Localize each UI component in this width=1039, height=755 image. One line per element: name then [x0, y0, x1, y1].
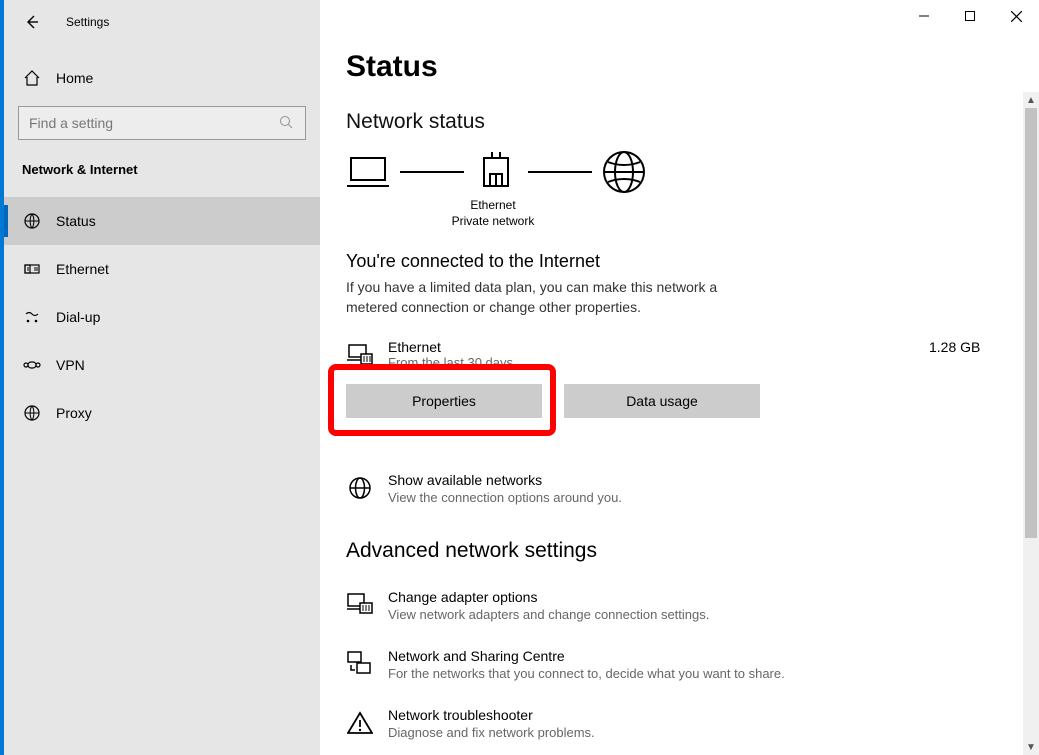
diagram-line — [528, 171, 592, 173]
titlebar — [320, 0, 1039, 44]
option-desc: Diagnose and fix network problems. — [388, 725, 595, 740]
sidebar-item-vpn[interactable]: VPN — [4, 341, 320, 389]
network-diagram: Ethernet Private network — [346, 152, 1039, 229]
option-title: Network troubleshooter — [388, 707, 595, 723]
diagram-network-type: Private network — [346, 214, 640, 230]
option-desc: View network adapters and change connect… — [388, 607, 709, 622]
connection-data-used: 1.28 GB — [929, 339, 999, 355]
diagram-adapter-label: Ethernet — [346, 198, 640, 214]
adapter-options-icon — [346, 591, 374, 619]
settings-window: Settings Home Network & Internet Stat — [0, 0, 1039, 755]
proxy-icon — [22, 403, 42, 423]
network-diagram-row — [346, 152, 646, 192]
globe-small-icon — [346, 474, 374, 502]
category-label: Network & Internet — [4, 140, 320, 189]
sidebar-header: Settings — [4, 0, 320, 44]
sidebar-item-label: Proxy — [56, 405, 92, 421]
option-desc: View the connection options around you. — [388, 490, 622, 505]
diagram-labels: Ethernet Private network — [346, 198, 640, 229]
sidebar-item-label: Ethernet — [56, 261, 109, 277]
back-arrow-icon[interactable] — [22, 12, 42, 32]
network-troubleshooter[interactable]: Network troubleshooter Diagnose and fix … — [346, 707, 1039, 740]
sidebar-nav: Status Ethernet Dial-up VPN — [4, 197, 320, 437]
scroll-down-icon[interactable]: ▼ — [1023, 739, 1039, 755]
option-text: Show available networks View the connect… — [388, 472, 622, 505]
sidebar-item-label: VPN — [56, 357, 85, 373]
search-wrap — [18, 106, 306, 140]
window-controls — [901, 0, 1039, 32]
connection-name: Ethernet — [388, 339, 889, 355]
close-button[interactable] — [993, 0, 1039, 32]
maximize-button[interactable] — [947, 0, 993, 32]
router-icon — [474, 152, 518, 192]
main-panel: Status Network status — [320, 0, 1039, 755]
sidebar-item-dialup[interactable]: Dial-up — [4, 293, 320, 341]
advanced-heading: Advanced network settings — [346, 539, 1039, 563]
status-icon — [22, 211, 42, 231]
search-box[interactable] — [18, 106, 306, 140]
globe-icon — [602, 152, 646, 192]
content-area: Status Network status — [320, 44, 1039, 740]
sidebar-item-label: Status — [56, 213, 96, 229]
page-title: Status — [346, 50, 1039, 84]
sidebar: Settings Home Network & Internet Stat — [4, 0, 320, 755]
adapter-icon — [346, 341, 374, 369]
network-sharing-centre[interactable]: Network and Sharing Centre For the netwo… — [346, 648, 1039, 681]
sidebar-item-proxy[interactable]: Proxy — [4, 389, 320, 437]
sidebar-item-home[interactable]: Home — [4, 58, 320, 98]
option-text: Network troubleshooter Diagnose and fix … — [388, 707, 595, 740]
sidebar-item-status[interactable]: Status — [4, 197, 320, 245]
app-title: Settings — [66, 15, 109, 29]
connection-summary-row: Ethernet From the last 30 days 1.28 GB — [346, 339, 1039, 370]
search-input[interactable] — [29, 115, 279, 131]
search-icon — [279, 115, 295, 131]
option-text: Network and Sharing Centre For the netwo… — [388, 648, 785, 681]
option-title: Network and Sharing Centre — [388, 648, 785, 664]
sidebar-item-ethernet[interactable]: Ethernet — [4, 245, 320, 293]
computer-icon — [346, 152, 390, 192]
data-usage-button[interactable]: Data usage — [564, 384, 760, 418]
change-adapter-options[interactable]: Change adapter options View network adap… — [346, 589, 1039, 622]
sidebar-item-label: Dial-up — [56, 309, 100, 325]
option-title: Show available networks — [388, 472, 622, 488]
show-available-networks[interactable]: Show available networks View the connect… — [346, 472, 1039, 505]
ethernet-icon — [22, 259, 42, 279]
diagram-line — [400, 171, 464, 173]
connected-title: You're connected to the Internet — [346, 251, 1039, 272]
connection-info: Ethernet From the last 30 days — [388, 339, 889, 370]
scrollbar[interactable]: ▲ ▼ — [1023, 92, 1039, 755]
minimize-button[interactable] — [901, 0, 947, 32]
properties-button[interactable]: Properties — [346, 384, 542, 418]
warning-icon — [346, 709, 374, 737]
scroll-up-icon[interactable]: ▲ — [1023, 92, 1039, 108]
option-desc: For the networks that you connect to, de… — [388, 666, 785, 681]
option-title: Change adapter options — [388, 589, 709, 605]
home-icon — [22, 68, 42, 88]
option-text: Change adapter options View network adap… — [388, 589, 709, 622]
connected-desc: If you have a limited data plan, you can… — [346, 278, 746, 317]
section-network-status-heading: Network status — [346, 110, 1039, 134]
sharing-icon — [346, 650, 374, 678]
vpn-icon — [22, 355, 42, 375]
scroll-thumb[interactable] — [1025, 108, 1037, 538]
dialup-icon — [22, 307, 42, 327]
connection-sub: From the last 30 days — [388, 355, 889, 370]
connection-buttons: Properties Data usage — [346, 384, 1039, 418]
home-label: Home — [56, 70, 93, 86]
